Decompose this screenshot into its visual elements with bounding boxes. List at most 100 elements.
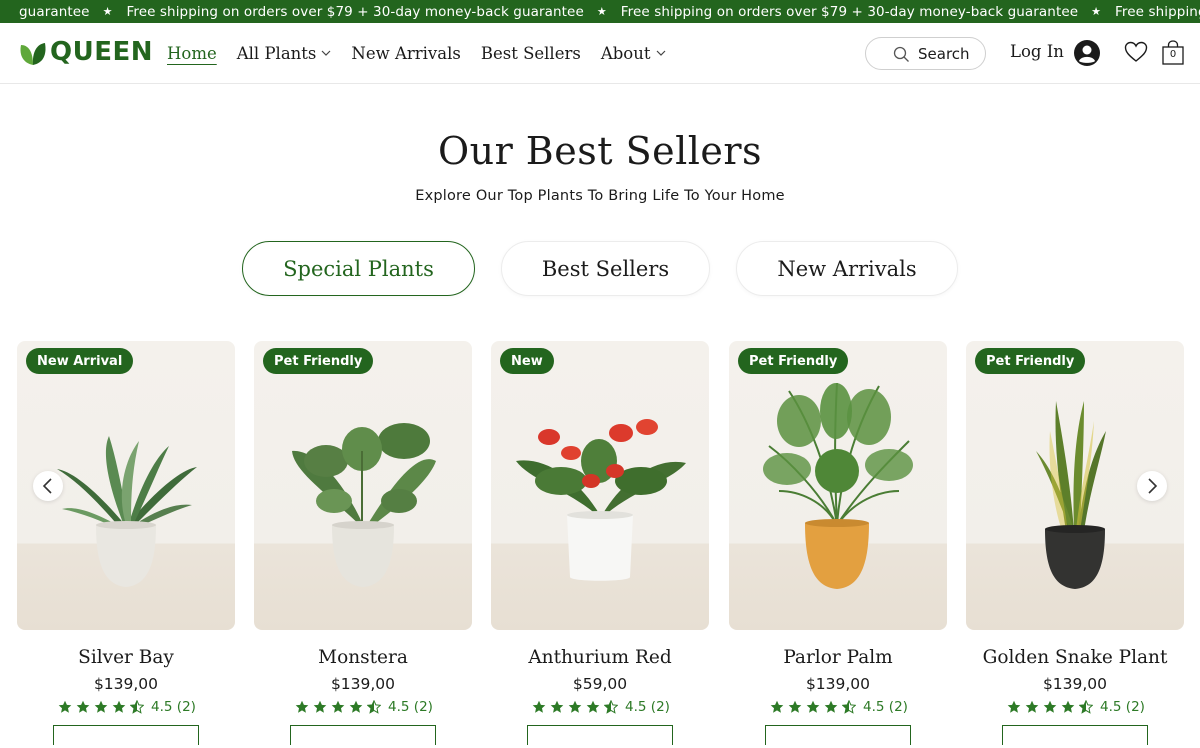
product-name[interactable]: Anthurium Red — [491, 647, 709, 668]
add-to-cart-button[interactable] — [53, 725, 199, 745]
tab-best-sellers[interactable]: Best Sellers — [501, 241, 710, 296]
product-badge: Pet Friendly — [738, 348, 849, 374]
star-icon — [586, 700, 600, 713]
carousel-prev-button[interactable] — [33, 471, 63, 501]
star-icon — [58, 700, 72, 713]
star-icon — [532, 700, 546, 713]
site-header: QUEEN Home All Plants New Arrivals Best … — [0, 23, 1200, 84]
nav-label: New Arrivals — [351, 43, 461, 63]
star-icon: ★ — [102, 5, 113, 18]
section-subtitle: Explore Our Top Plants To Bring Life To … — [415, 188, 785, 204]
nav-about[interactable]: About — [601, 44, 666, 63]
star-icon — [806, 700, 820, 713]
announcement-text: guarantee — [19, 3, 90, 20]
nav-label: Best Sellers — [480, 43, 581, 63]
search-label: Search — [918, 44, 970, 63]
tab-new-arrivals[interactable]: New Arrivals — [736, 241, 958, 296]
tab-label: New Arrivals — [777, 256, 917, 281]
nav-home[interactable]: Home — [167, 44, 217, 63]
star-icon — [568, 700, 582, 713]
product-name[interactable]: Monstera — [254, 647, 472, 668]
star-icon: ★ — [1091, 5, 1102, 18]
product-badge: Pet Friendly — [263, 348, 374, 374]
rating-text: 4.5 (2) — [388, 699, 433, 715]
chevron-right-icon — [1148, 478, 1158, 494]
product-price: $59,00 — [572, 675, 628, 693]
star-icon — [76, 700, 90, 713]
star-icon — [112, 700, 126, 713]
product-rating: 4.5 (2) — [17, 699, 235, 715]
avatar-icon[interactable] — [1073, 39, 1101, 67]
main-nav: Home All Plants New Arrivals Best Seller… — [167, 23, 686, 83]
rating-text: 4.5 (2) — [151, 699, 196, 715]
product-name[interactable]: Golden Snake Plant — [966, 647, 1184, 668]
nav-label: About — [600, 43, 651, 63]
rating-text: 4.5 (2) — [1100, 699, 1145, 715]
chevron-left-icon — [42, 478, 52, 494]
login-link[interactable]: Log In — [1010, 42, 1064, 61]
product-rating: 4.5 (2) — [729, 699, 947, 715]
star-icon — [313, 700, 327, 713]
product-badge: New Arrival — [26, 348, 134, 374]
product-image[interactable]: Pet Friendly — [254, 341, 472, 630]
plant-illustration — [516, 419, 686, 581]
product-card[interactable]: New Anthurium Red $59,00 4.5 (2) — [491, 341, 709, 745]
product-card[interactable]: New Arrival Silver Bay $139,00 4.5 (2) — [17, 341, 235, 745]
cart-count: 0 — [1169, 49, 1177, 60]
product-card[interactable]: Pet Friendly Parlor Palm $139,00 4.5 (2) — [729, 341, 947, 745]
product-price: $139,00 — [93, 675, 159, 693]
rating-text: 4.5 (2) — [863, 699, 908, 715]
half-star-icon — [842, 700, 857, 714]
half-star-icon — [604, 700, 619, 714]
search-icon — [893, 46, 909, 62]
nav-label: Home — [167, 43, 217, 63]
product-badge: Pet Friendly — [975, 348, 1086, 374]
product-rating: 4.5 (2) — [254, 699, 472, 715]
plant-illustration — [292, 423, 436, 587]
wishlist-heart-icon[interactable] — [1124, 41, 1148, 63]
nav-best-sellers[interactable]: Best Sellers — [481, 44, 581, 63]
logo[interactable]: QUEEN — [18, 37, 153, 67]
chevron-down-icon — [656, 50, 665, 56]
nav-label: All Plants — [236, 43, 317, 63]
product-card[interactable]: Pet Friendly Monstera $139,00 4.5 (2) — [254, 341, 472, 745]
product-name[interactable]: Silver Bay — [17, 647, 235, 668]
star-icon — [788, 700, 802, 713]
announcement-bar: guarantee ★ Free shipping on orders over… — [0, 0, 1200, 23]
half-star-icon — [367, 700, 382, 714]
half-star-icon — [130, 700, 145, 714]
rating-text: 4.5 (2) — [625, 699, 670, 715]
cart-button[interactable]: 0 — [1161, 40, 1185, 66]
star-icon — [349, 700, 363, 713]
tab-label: Special Plants — [283, 256, 434, 281]
add-to-cart-button[interactable] — [527, 725, 673, 745]
star-icon — [331, 700, 345, 713]
add-to-cart-button[interactable] — [290, 725, 436, 745]
star-icon — [94, 700, 108, 713]
product-name[interactable]: Parlor Palm — [729, 647, 947, 668]
star-icon — [1061, 700, 1075, 713]
logo-text: QUEEN — [50, 37, 153, 67]
star-icon — [770, 700, 784, 713]
product-card[interactable]: Pet Friendly Golden Snake Plant $139,00 … — [966, 341, 1184, 745]
product-rating: 4.5 (2) — [491, 699, 709, 715]
nav-all-plants[interactable]: All Plants — [237, 44, 332, 63]
rating-stars — [293, 700, 383, 714]
announcement-text: Free shipping on orders over $79 + 30-da… — [620, 3, 1079, 20]
carousel-next-button[interactable] — [1137, 471, 1167, 501]
add-to-cart-button[interactable] — [765, 725, 911, 745]
announcement-text: Free shipping on orders over $79 + 30-da… — [126, 3, 584, 20]
announcement-text: Free shipping on orders over $79 + — [1115, 3, 1200, 20]
tab-special-plants[interactable]: Special Plants — [242, 241, 475, 296]
add-to-cart-button[interactable] — [1002, 725, 1148, 745]
product-price: $139,00 — [805, 675, 871, 693]
plant-illustration — [763, 382, 913, 589]
rating-stars — [768, 700, 858, 714]
chevron-down-icon — [321, 50, 331, 56]
tab-label: Best Sellers — [541, 256, 670, 281]
nav-new-arrivals[interactable]: New Arrivals — [351, 44, 460, 63]
product-image[interactable]: New — [491, 341, 709, 630]
rating-stars — [530, 700, 620, 714]
search-button[interactable]: Search — [865, 37, 986, 70]
product-image[interactable]: Pet Friendly — [729, 341, 947, 630]
